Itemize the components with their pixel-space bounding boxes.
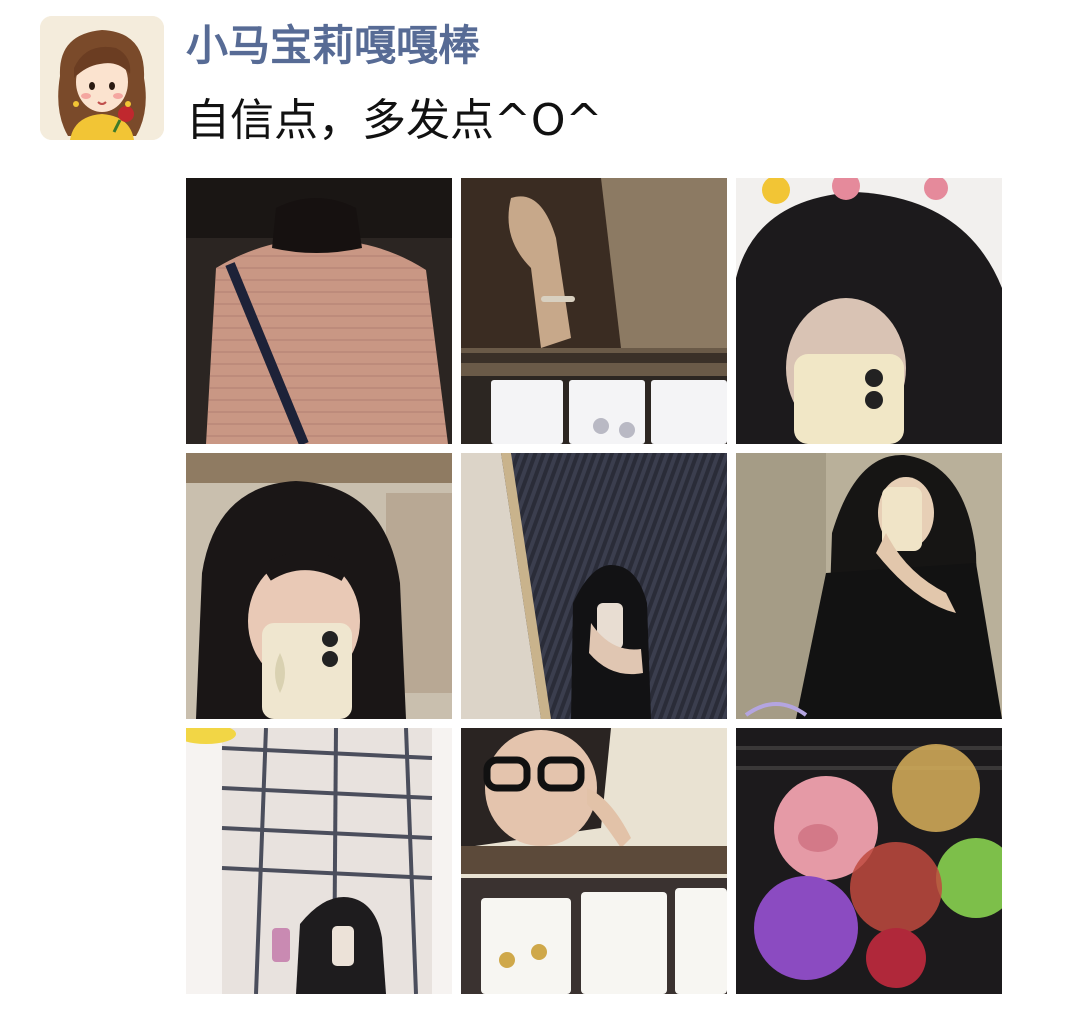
photo-pink-sweater-back-icon	[186, 178, 452, 444]
moments-post: 小马宝莉嘎嘎棒 自信点，多发点^O^	[0, 0, 1080, 1012]
photo-8[interactable]	[461, 728, 727, 994]
photo-9[interactable]	[736, 728, 1002, 994]
photo-grid	[186, 178, 1004, 994]
photo-3[interactable]	[736, 178, 1002, 444]
photo-2[interactable]	[461, 178, 727, 444]
photo-7[interactable]	[186, 728, 452, 994]
post-text: 自信点，多发点^O^	[186, 95, 603, 146]
username[interactable]: 小马宝莉嘎嘎棒	[186, 18, 480, 74]
photo-escalator-mirror-selfie-icon	[461, 453, 727, 719]
photo-4[interactable]	[186, 453, 452, 719]
photo-mirror-selfie-shop-shelves-icon	[186, 453, 452, 719]
photo-5[interactable]	[461, 453, 727, 719]
photo-6[interactable]	[736, 453, 1002, 719]
photo-glasses-selfie-earrings-icon	[461, 728, 727, 994]
photo-mirror-selfie-phone-cartoon-stickers-icon	[736, 178, 1002, 444]
photo-ceiling-mirror-selfie-icon	[186, 728, 452, 994]
user-avatar[interactable]	[40, 16, 164, 140]
photo-hand-with-earring-display-icon	[461, 178, 727, 444]
cartoon-girl-avatar-icon	[40, 16, 164, 140]
photo-pig-balloons-icon	[736, 728, 1002, 994]
photo-black-shirt-mirror-selfie-icon	[736, 453, 1002, 719]
photo-1[interactable]	[186, 178, 452, 444]
